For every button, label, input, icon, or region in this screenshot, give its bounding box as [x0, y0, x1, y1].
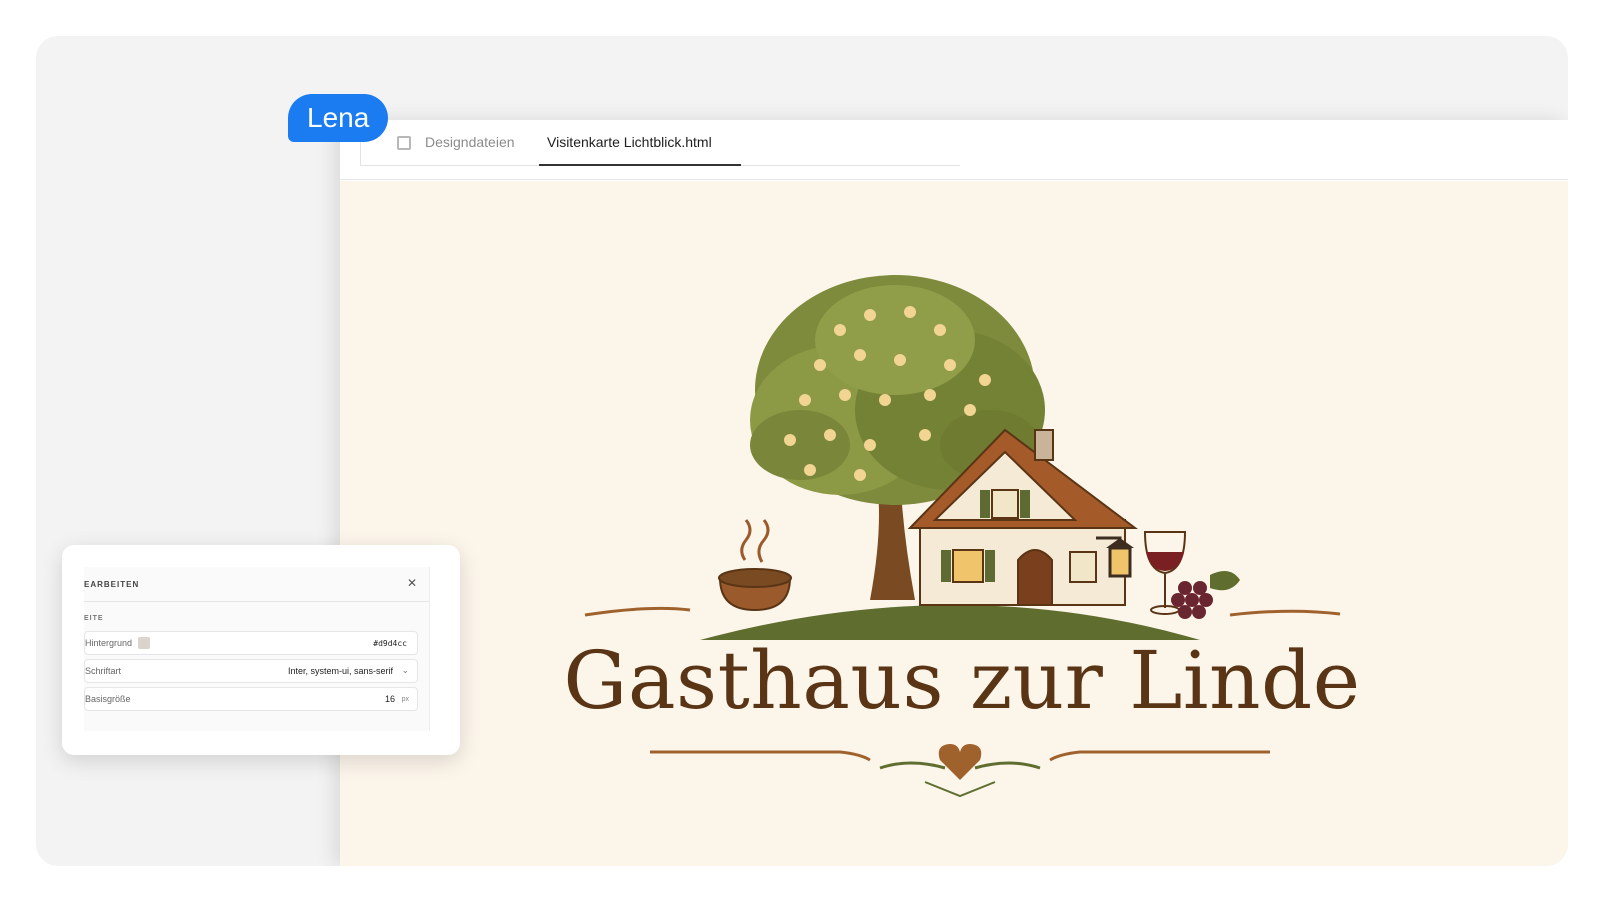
panel-divider	[84, 601, 429, 602]
heart-icon	[938, 744, 982, 780]
font-value[interactable]: Inter, system-ui, sans-serif	[288, 666, 393, 676]
logo-illustration	[584, 275, 1341, 640]
editor-topbar: Designdateien Visitenkarte Lichtblick.ht…	[340, 120, 1568, 180]
panel-title: EARBEITEN	[84, 580, 140, 589]
file-icon	[397, 136, 411, 150]
tab-visitenkarte[interactable]: Visitenkarte Lichtblick.html	[547, 134, 712, 150]
background-color-field[interactable]: Hintergrund #d9d4cc	[84, 631, 418, 655]
font-family-select[interactable]: Schriftart Inter, system-ui, sans-serif …	[84, 659, 418, 683]
background-value[interactable]: #d9d4cc	[373, 639, 407, 648]
collaborator-label: Lena	[288, 94, 389, 142]
base-size-unit: px	[401, 696, 409, 703]
ornament-divider	[650, 744, 1270, 798]
font-label: Schriftart	[85, 666, 122, 676]
color-swatch[interactable]	[138, 637, 150, 649]
grapes	[1171, 581, 1213, 619]
tab-strip: Designdateien Visitenkarte Lichtblick.ht…	[360, 120, 960, 166]
base-size-label: Basisgröße	[85, 694, 131, 704]
soup-pot	[718, 519, 792, 612]
base-size-field[interactable]: Basisgröße 16 px	[84, 687, 418, 711]
close-icon[interactable]: ✕	[407, 576, 417, 590]
chevron-down-icon[interactable]: ⌄	[401, 665, 409, 676]
logo-title: Gasthaus zur Linde	[563, 634, 1361, 727]
background-label: Hintergrund	[85, 638, 133, 648]
properties-panel-inner: EARBEITEN ✕ EITE Hintergrund #d9d4cc Sch…	[84, 567, 430, 731]
tab-designdateien[interactable]: Designdateien	[425, 134, 515, 150]
base-size-value[interactable]: 16	[385, 694, 395, 704]
panel-section-title: EITE	[84, 615, 104, 622]
active-tab-indicator	[539, 164, 741, 166]
properties-panel: EARBEITEN ✕ EITE Hintergrund #d9d4cc Sch…	[62, 545, 460, 755]
